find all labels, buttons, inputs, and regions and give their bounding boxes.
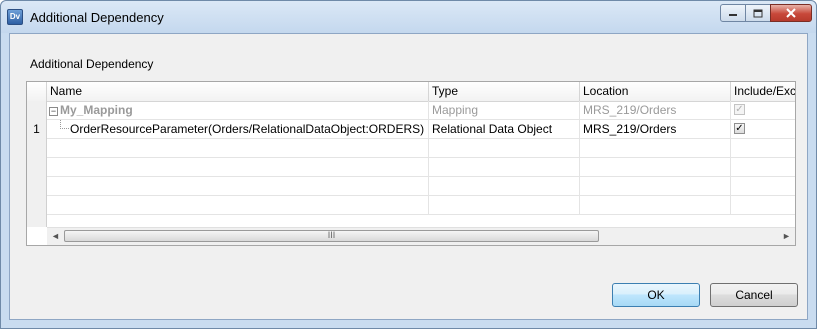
empty-cell bbox=[429, 196, 580, 215]
close-icon bbox=[786, 8, 796, 18]
empty-row bbox=[27, 177, 795, 196]
collapse-tree-icon[interactable]: − bbox=[49, 107, 58, 116]
cancel-button[interactable]: Cancel bbox=[710, 283, 798, 307]
column-header-location[interactable]: Location bbox=[580, 82, 731, 101]
scroll-left-icon[interactable]: ◄ bbox=[47, 228, 64, 245]
horizontal-scrollbar[interactable]: ◄ III ► bbox=[47, 227, 795, 245]
empty-cell bbox=[429, 139, 580, 158]
cell-include: ✓ bbox=[731, 120, 795, 139]
row-number bbox=[27, 215, 47, 227]
minimize-icon bbox=[729, 14, 737, 16]
cell-include: ✓ bbox=[731, 101, 795, 120]
minimize-button[interactable] bbox=[720, 4, 746, 22]
window-title: Additional Dependency bbox=[30, 10, 164, 25]
row-name: My_Mapping bbox=[60, 103, 133, 117]
cell-location: MRS_219/Orders bbox=[580, 120, 731, 139]
maximize-button[interactable] bbox=[745, 4, 771, 22]
row-number bbox=[27, 139, 47, 158]
close-button[interactable] bbox=[770, 4, 812, 22]
window-controls bbox=[720, 4, 812, 22]
empty-cell bbox=[580, 196, 731, 215]
ok-button[interactable]: OK bbox=[612, 283, 700, 307]
empty-cell bbox=[580, 139, 731, 158]
row-number bbox=[27, 158, 47, 177]
cell-name: − My_Mapping bbox=[47, 101, 429, 120]
dv-app-icon: Dv bbox=[7, 9, 23, 25]
empty-cell bbox=[580, 177, 731, 196]
scroll-thumb[interactable]: III bbox=[64, 230, 599, 242]
cell-type: Mapping bbox=[429, 101, 580, 120]
include-checkbox[interactable]: ✓ bbox=[734, 123, 745, 134]
cell-type: Relational Data Object bbox=[429, 120, 580, 139]
scroll-grip-icon: III bbox=[327, 230, 336, 240]
dependency-table: Name Type Location Include/Exc − My_Mappi… bbox=[26, 81, 796, 246]
row-number bbox=[27, 177, 47, 196]
column-header-type[interactable]: Type bbox=[429, 82, 580, 101]
row-number bbox=[27, 101, 47, 120]
title-bar[interactable]: Dv Additional Dependency bbox=[1, 1, 816, 33]
empty-cell bbox=[47, 158, 429, 177]
empty-cell bbox=[47, 177, 429, 196]
row-number bbox=[27, 196, 47, 215]
dialog-body: Additional Dependency Name Type Location… bbox=[9, 33, 808, 320]
column-header-name[interactable]: Name bbox=[47, 82, 429, 101]
cell-location: MRS_219/Orders bbox=[580, 101, 731, 120]
empty-row bbox=[27, 139, 795, 158]
row-name: OrderResourceParameter(Orders/Relational… bbox=[70, 122, 425, 136]
tree-connector-icon bbox=[60, 120, 69, 129]
table-header: Name Type Location Include/Exc bbox=[27, 82, 795, 102]
empty-row bbox=[27, 158, 795, 177]
row-header-corner bbox=[27, 82, 47, 101]
empty-cell bbox=[580, 158, 731, 177]
row-number: 1 bbox=[27, 120, 47, 139]
empty-cell bbox=[429, 158, 580, 177]
empty-cell bbox=[47, 196, 429, 215]
cell-name: OrderResourceParameter(Orders/Relational… bbox=[47, 120, 429, 139]
empty-row bbox=[27, 215, 795, 227]
section-label: Additional Dependency bbox=[30, 57, 154, 71]
table-row-order-resource[interactable]: 1 OrderResourceParameter(Orders/Relation… bbox=[27, 120, 795, 139]
scroll-right-icon[interactable]: ► bbox=[778, 228, 795, 245]
empty-cell bbox=[47, 139, 429, 158]
empty-row bbox=[27, 196, 795, 215]
include-checkbox: ✓ bbox=[734, 104, 745, 115]
dialog-window: Dv Additional Dependency Additional Depe… bbox=[0, 0, 817, 329]
column-header-include[interactable]: Include/Exc bbox=[731, 82, 795, 101]
empty-cell bbox=[429, 177, 580, 196]
maximize-icon bbox=[753, 9, 763, 17]
table-row-my-mapping[interactable]: − My_Mapping Mapping MRS_219/Orders ✓ bbox=[27, 101, 795, 120]
